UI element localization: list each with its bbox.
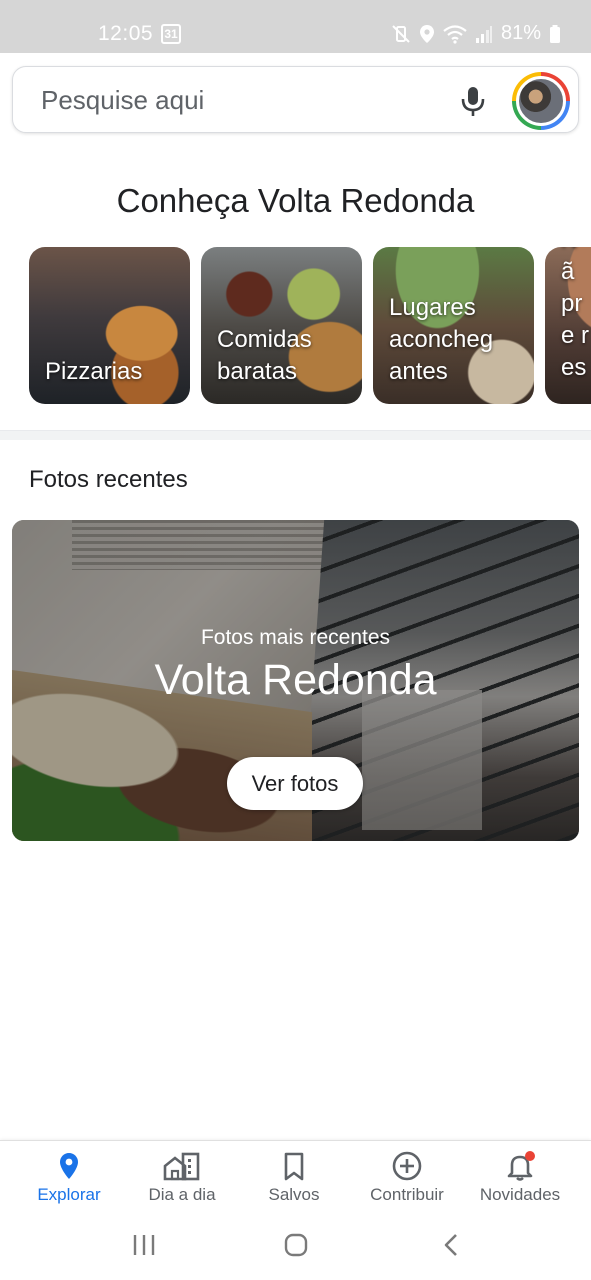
bottom-navigation: Explorar Dia a dia Salvos Contribuir Nov…: [0, 1140, 591, 1216]
bell-icon: [507, 1151, 535, 1181]
recent-apps-icon[interactable]: [131, 1232, 157, 1258]
notification-badge: [525, 1151, 535, 1161]
wifi-icon: [443, 24, 467, 44]
category-label: Pizzarias: [45, 358, 143, 385]
commute-icon: [163, 1152, 200, 1181]
category-carousel[interactable]: Pizzarias Comidas baratas Lugares aconch…: [29, 247, 591, 404]
ver-fotos-button[interactable]: Ver fotos: [227, 757, 363, 810]
home-icon[interactable]: [283, 1232, 309, 1258]
nav-contribuir[interactable]: Contribuir: [348, 1149, 466, 1205]
photos-subtitle: Fotos mais recentes: [200, 626, 391, 649]
system-navigation-bar: [0, 1216, 591, 1280]
location-pin-icon: [60, 1153, 78, 1179]
avatar: [516, 76, 566, 126]
location-icon: [419, 24, 434, 43]
explore-title: Conheça Volta Redonda: [116, 182, 475, 219]
signal-icon: [475, 25, 492, 43]
recent-photos-title: Fotos recentes: [29, 466, 188, 493]
section-divider: [0, 430, 591, 440]
category-card-partial[interactable]: Nã pre res: [545, 247, 591, 404]
nav-novidades[interactable]: Novidades: [461, 1149, 579, 1205]
maps-explore-screen: 12:05 31 81% Pesquise aqui Conheça Volta…: [0, 0, 591, 1280]
nav-label: Dia a dia: [148, 1185, 216, 1204]
category-label: Nã pre res: [561, 247, 590, 381]
status-icons: 81%: [391, 22, 561, 45]
search-input[interactable]: Pesquise aqui: [41, 85, 204, 116]
status-time: 12:05: [98, 22, 154, 45]
nav-label: Novidades: [479, 1185, 561, 1204]
category-card-pizzarias[interactable]: Pizzarias: [29, 247, 190, 404]
calendar-icon: 31: [161, 24, 181, 44]
add-circle-icon: [392, 1151, 422, 1181]
category-label: Comidas baratas: [217, 326, 312, 385]
mic-icon[interactable]: [460, 85, 486, 117]
mute-vibrate-icon: [392, 24, 410, 43]
nav-salvos[interactable]: Salvos: [235, 1149, 353, 1205]
nav-label: Explorar: [37, 1185, 101, 1204]
category-label: Lugares aconcheg antes: [389, 294, 494, 385]
nav-dia-a-dia[interactable]: Dia a dia: [123, 1149, 241, 1205]
nav-label: Contribuir: [370, 1185, 444, 1204]
bookmark-icon: [284, 1152, 304, 1181]
category-card-lugares-aconchegantes[interactable]: Lugares aconcheg antes: [373, 247, 534, 404]
recent-photos-card[interactable]: Fotos mais recentes Volta Redonda Ver fo…: [12, 520, 579, 841]
category-card-comidas-baratas[interactable]: Comidas baratas: [201, 247, 362, 404]
nav-label: Salvos: [268, 1185, 320, 1204]
search-bar[interactable]: Pesquise aqui: [12, 66, 579, 133]
battery-percent: 81%: [500, 22, 541, 44]
account-avatar-button[interactable]: [512, 72, 570, 130]
photos-place-name: Volta Redonda: [154, 656, 437, 704]
nav-explorar[interactable]: Explorar: [10, 1149, 128, 1205]
battery-icon: [550, 24, 560, 43]
back-icon[interactable]: [439, 1232, 465, 1258]
status-bar: 12:05 31 81%: [0, 0, 591, 53]
